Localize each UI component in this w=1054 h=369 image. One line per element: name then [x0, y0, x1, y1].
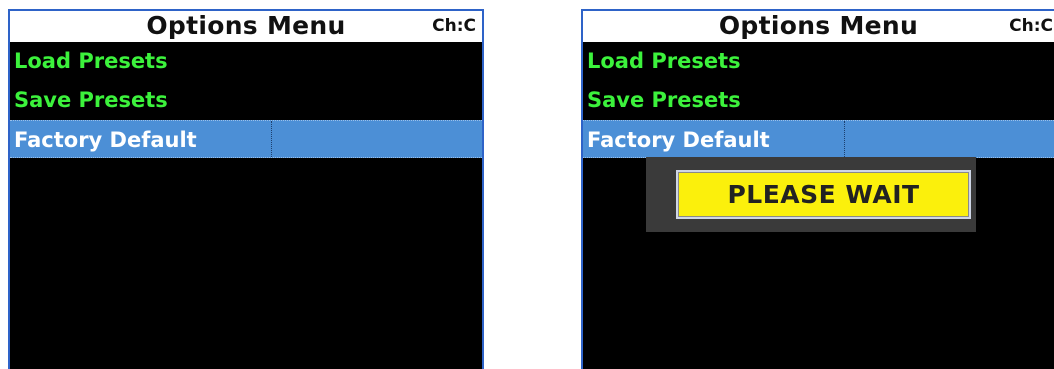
selection-divider	[271, 121, 272, 157]
menu-item-save-presets[interactable]: Save Presets	[583, 81, 1054, 119]
title-bar: Options Menu Ch:C	[583, 9, 1054, 42]
menu-item-label: Factory Default	[14, 128, 197, 152]
menu-item-factory-default[interactable]: Factory Default	[583, 120, 1054, 158]
options-menu-screen-right: Options Menu Ch:C Load Presets Save Pres…	[581, 9, 1054, 369]
channel-indicator: Ch:C	[432, 16, 476, 36]
menu-item-label: Factory Default	[587, 128, 770, 152]
options-menu-screen-left: Options Menu Ch:C Load Presets Save Pres…	[8, 9, 484, 369]
menu-item-load-presets[interactable]: Load Presets	[583, 42, 1054, 80]
menu-title: Options Menu	[146, 11, 346, 40]
menu-title: Options Menu	[718, 11, 919, 40]
channel-indicator: Ch:C	[1009, 16, 1053, 36]
selection-divider	[844, 121, 845, 157]
menu-item-load-presets[interactable]: Load Presets	[10, 42, 482, 80]
title-bar: Options Menu Ch:C	[10, 9, 482, 42]
please-wait-message: PLEASE WAIT	[676, 170, 971, 219]
menu-item-factory-default[interactable]: Factory Default	[10, 120, 482, 158]
please-wait-dialog: PLEASE WAIT	[646, 157, 976, 232]
menu-item-save-presets[interactable]: Save Presets	[10, 81, 482, 119]
